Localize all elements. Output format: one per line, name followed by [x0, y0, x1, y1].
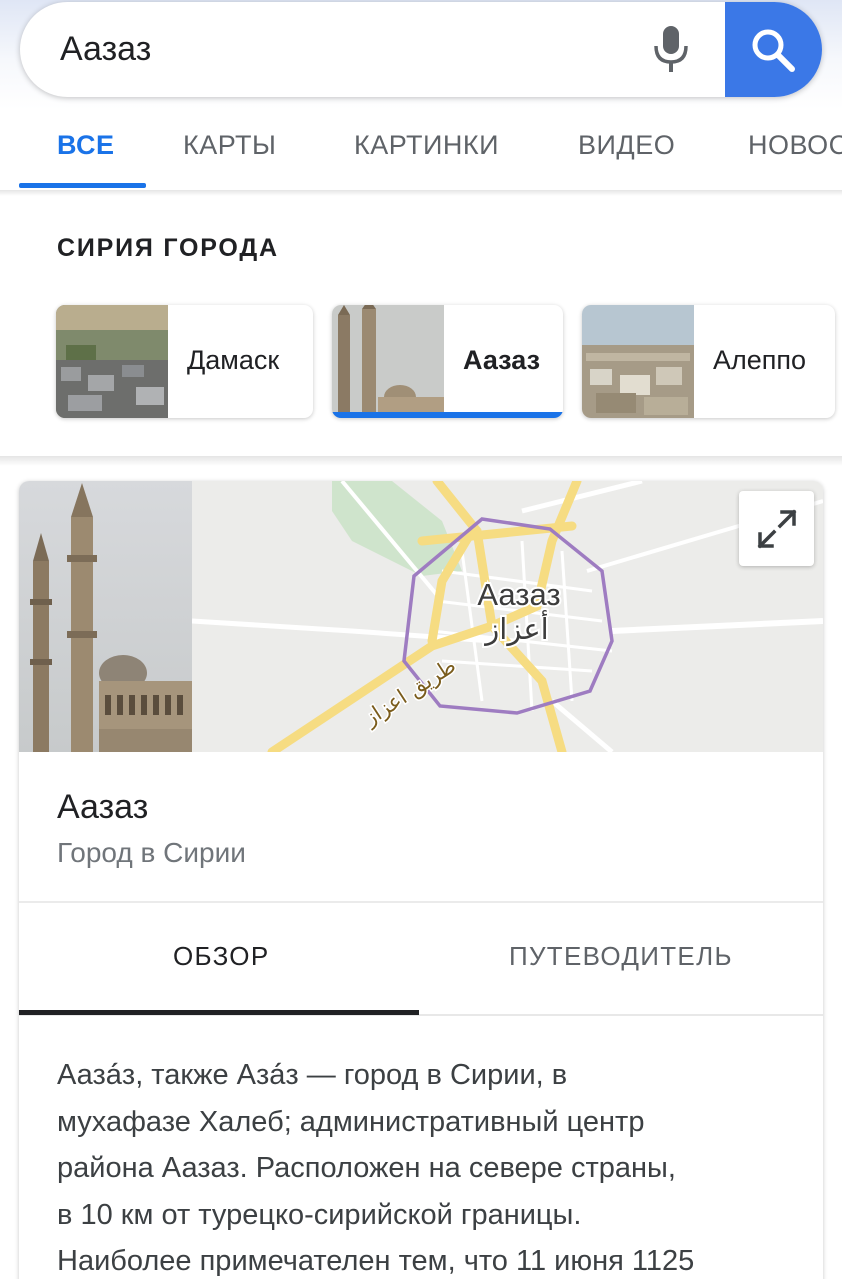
- city-name-aleppo: Алеппо: [713, 345, 807, 375]
- search-header: Аазаз ВСЕ КАРТЫ КАРТИНКИ ВИДЕО НОВОС: [0, 0, 842, 193]
- panel-divider: [19, 901, 823, 903]
- entity-subtitle: Город в Сирии: [57, 837, 246, 868]
- tab-videos[interactable]: ВИДЕО: [578, 130, 675, 161]
- description-line: в 10 км от турецко-сирийской границы.: [57, 1198, 582, 1231]
- map-label-ru: Аазаз: [477, 577, 560, 612]
- tab-all[interactable]: ВСЕ: [57, 130, 114, 161]
- description-line: мухафазе Халеб; административный центр: [57, 1105, 645, 1138]
- city-card-damascus[interactable]: Дамаск: [56, 305, 313, 418]
- search-icon: [752, 29, 795, 72]
- azaz-thumbnail: [332, 305, 444, 418]
- selected-city-indicator: [332, 412, 563, 418]
- search-tabs: ВСЕ КАРТЫ КАРТИНКИ ВИДЕО НОВОС: [0, 118, 842, 190]
- panel-active-tab-indicator: [19, 1010, 419, 1015]
- active-tab-indicator: [19, 183, 146, 188]
- search-input[interactable]: Аазаз: [60, 30, 151, 69]
- city-name-azaz: Аазаз: [463, 345, 541, 375]
- azaz-mosque-photo[interactable]: [19, 481, 192, 752]
- aleppo-thumbnail: [582, 305, 694, 418]
- expand-icon: [757, 509, 797, 549]
- damascus-thumbnail: [56, 305, 168, 418]
- city-card-aleppo[interactable]: Алеппо: [582, 305, 835, 418]
- section-separator: [0, 456, 842, 466]
- map-preview[interactable]: Аазаз أعزاز طريق اعزاز: [191, 481, 823, 757]
- microphone-icon[interactable]: [647, 24, 695, 74]
- search-button[interactable]: [725, 2, 822, 97]
- entity-description: Аазá́з, также Азá́з — город в Сирии, в м…: [57, 1052, 797, 1279]
- expand-map-button[interactable]: [739, 491, 814, 566]
- map-label-ar: أعزاز: [483, 609, 548, 646]
- cities-section-title: СИРИЯ ГОРОДА: [57, 234, 279, 262]
- knowledge-panel: Аазаз أعزاز طريق اعزاز Аазаз Город в Сир…: [19, 481, 823, 1279]
- tab-news[interactable]: НОВОС: [748, 130, 842, 161]
- description-line: Наиболее примечателен тем, что 11 июня 1…: [57, 1245, 695, 1277]
- city-name-damascus: Дамаск: [187, 345, 280, 375]
- description-line: Аазá́з, также Азá́з — город в Сирии, в: [57, 1059, 568, 1091]
- tab-overview[interactable]: ОБЗОР: [173, 941, 269, 972]
- tab-images[interactable]: КАРТИНКИ: [354, 130, 499, 161]
- header-shadow: [0, 190, 842, 196]
- description-line: района Аазаз. Расположен на севере стран…: [57, 1152, 676, 1184]
- entity-title: Аазаз: [57, 788, 149, 826]
- search-bar[interactable]: Аазаз: [20, 2, 822, 97]
- city-card-azaz[interactable]: Аазаз: [332, 305, 563, 418]
- tab-guide[interactable]: ПУТЕВОДИТЕЛЬ: [509, 941, 733, 972]
- tab-maps[interactable]: КАРТЫ: [183, 130, 276, 161]
